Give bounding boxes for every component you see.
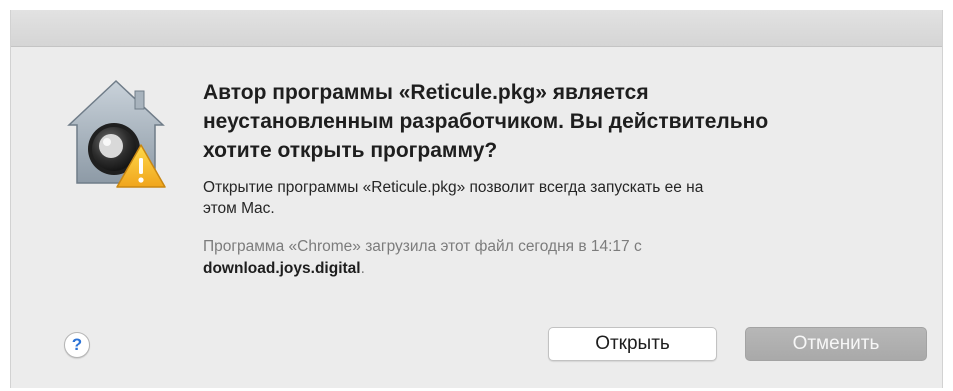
alert-dialog: Автор программы «Reticule.pkg» является … xyxy=(10,10,943,388)
cancel-button[interactable]: Отменить xyxy=(745,327,927,361)
origin-prefix: Программа «Chrome» загрузила этот файл с… xyxy=(203,238,642,255)
help-button[interactable]: ? xyxy=(64,332,90,358)
origin-domain: download.joys.digital xyxy=(203,260,361,277)
title-bar xyxy=(11,10,942,47)
download-origin-text: Программа «Chrome» загрузила этот файл с… xyxy=(203,236,923,280)
open-button[interactable]: Открыть xyxy=(548,327,717,361)
gatekeeper-warning-icon xyxy=(67,79,166,188)
alert-headline: Автор программы «Reticule.pkg» является … xyxy=(203,81,769,162)
message-area: Автор программы «Reticule.pkg» является … xyxy=(203,78,923,280)
origin-suffix: . xyxy=(360,260,365,277)
alert-informative-text: Открытие программы «Reticule.pkg» позвол… xyxy=(203,179,704,217)
